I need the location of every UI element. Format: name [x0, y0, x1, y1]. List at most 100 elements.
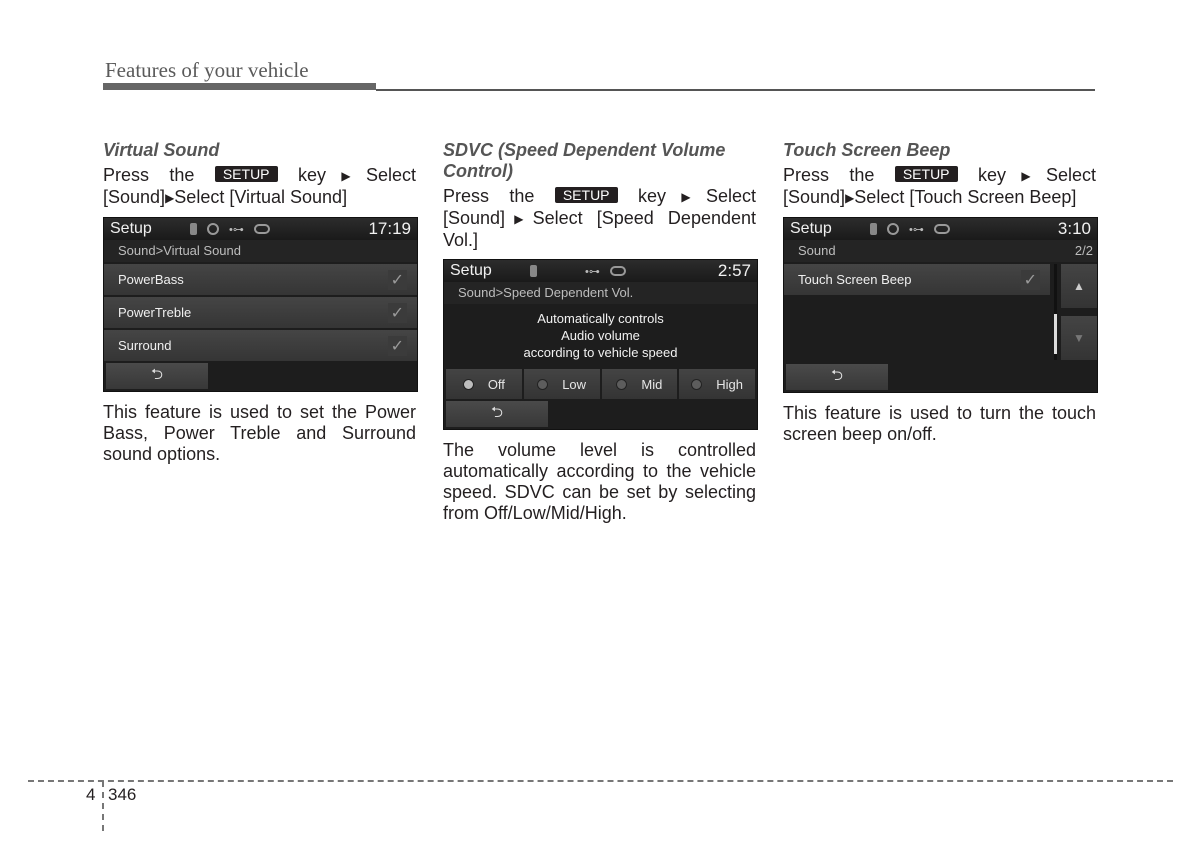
instruction-text: Press the SETUP key▶Select [Sound]▶Selec… — [443, 186, 756, 251]
clock: 17:19 — [368, 219, 411, 238]
status-bar: Setup •⊶ 3:10 — [784, 218, 1097, 240]
usb-icon: •⊶ — [585, 265, 600, 278]
breadcrumb-text: Sound — [798, 243, 836, 258]
scroll-up-button[interactable]: ▲ — [1061, 264, 1097, 308]
list-item-label: Surround — [118, 338, 172, 353]
message-line: Audio volume — [561, 328, 640, 343]
screen-message: Automatically controls Audio volume acco… — [444, 304, 757, 369]
screen-title: Setup — [790, 220, 832, 237]
usb-icon: •⊶ — [229, 223, 244, 236]
section-title: Touch Screen Beep — [783, 140, 951, 160]
option-low[interactable]: Low — [523, 369, 600, 399]
setup-key-badge: SETUP — [214, 166, 278, 182]
screen-title: Setup — [450, 262, 492, 279]
header-rule-thin — [376, 89, 1095, 91]
instruction-select-target: Select [Touch Screen Beep] — [854, 187, 1077, 207]
chapter-number: 4 — [86, 785, 96, 804]
option-label: Low — [562, 376, 587, 392]
status-bar: Setup •⊶ 2:57 — [444, 260, 757, 282]
section-title: SDVC (Speed Dependent Volume Control) — [443, 140, 726, 181]
setup-key-badge: SETUP — [554, 187, 618, 203]
checkmark-icon[interactable]: ✓ — [387, 335, 407, 356]
scroll-down-button[interactable]: ▼ — [1061, 316, 1097, 360]
list-item-label: PowerTreble — [118, 305, 192, 320]
breadcrumb: Sound 2/2 — [784, 240, 1097, 262]
option-mid[interactable]: Mid — [601, 369, 678, 399]
section-virtual-sound: Virtual Sound Press the SETUP key▶Select… — [103, 140, 418, 465]
option-off[interactable]: Off — [446, 369, 522, 399]
description-text: This feature is used to turn the touch s… — [783, 403, 1096, 444]
breadcrumb: Sound>Virtual Sound — [104, 240, 417, 262]
list-item-surround[interactable]: Surround ✓ — [104, 330, 417, 361]
bluetooth-icon — [190, 223, 197, 235]
screen-virtual-sound: Setup •⊶ 17:19 Sound>Virtual Sound Power… — [103, 217, 418, 392]
scrollbar[interactable] — [1054, 264, 1057, 360]
instruction-sound: [Sound] — [783, 187, 846, 207]
status-icons: •⊶ — [190, 223, 368, 236]
breadcrumb-text: Sound>Virtual Sound — [118, 243, 241, 258]
footer-divider — [28, 780, 1173, 782]
option-label: Mid — [641, 376, 663, 392]
message-line: according to vehicle speed — [523, 345, 678, 360]
instruction-select: Select — [705, 186, 756, 206]
instruction-key: key — [637, 186, 666, 206]
back-arrow-icon: ⮌ — [150, 365, 163, 383]
back-button[interactable]: ⮌ — [786, 364, 888, 390]
checkmark-icon[interactable]: ✓ — [387, 302, 407, 323]
arrow-right-icon: ▶ — [845, 191, 855, 205]
header-rule-thick — [103, 83, 376, 90]
instruction-select: Select — [365, 165, 416, 185]
arrow-right-icon: ▶ — [325, 169, 366, 183]
page-indicator: 2/2 — [1074, 243, 1093, 258]
page-header-title: Features of your vehicle — [105, 58, 309, 82]
radio-icon — [537, 378, 549, 390]
status-bar: Setup •⊶ 17:19 — [104, 218, 417, 240]
checkmark-icon[interactable]: ✓ — [1020, 269, 1040, 290]
screen-touch-screen-beep: Setup •⊶ 3:10 Sound 2/2 Touch Screen Bee… — [783, 217, 1098, 393]
clock: 3:10 — [1057, 219, 1091, 238]
list-item-label: Touch Screen Beep — [798, 272, 912, 287]
arrow-right-icon: ▶ — [1005, 169, 1046, 183]
back-button[interactable]: ⮌ — [106, 363, 208, 389]
footer-vertical-divider — [102, 781, 104, 831]
instruction-press: Press the — [783, 165, 875, 185]
radio-selected-icon — [462, 378, 474, 390]
instruction-press: Press the — [443, 186, 535, 206]
instruction-text: Press the SETUP key▶Select [Sound]▶Selec… — [783, 165, 1096, 209]
ipod-icon — [933, 224, 950, 234]
bluetooth-icon — [870, 223, 877, 235]
list-item-touch-screen-beep[interactable]: Touch Screen Beep ✓ — [784, 264, 1050, 295]
back-arrow-icon: ⮌ — [830, 366, 843, 384]
instruction-key: key — [297, 165, 326, 185]
checkmark-icon[interactable]: ✓ — [387, 269, 407, 290]
arrow-right-icon: ▶ — [505, 212, 533, 226]
ipod-icon — [609, 266, 626, 276]
back-arrow-icon: ⮌ — [490, 403, 503, 421]
list-item-powerbass[interactable]: PowerBass ✓ — [104, 264, 417, 295]
sdvc-options: Off Low Mid High — [444, 369, 757, 399]
disc-icon — [207, 223, 219, 235]
usb-icon: •⊶ — [909, 223, 924, 236]
ipod-icon — [253, 224, 270, 234]
page-number: 346 — [108, 785, 137, 804]
option-high[interactable]: High — [679, 369, 755, 399]
clock: 2:57 — [717, 261, 751, 280]
disc-icon — [887, 223, 899, 235]
instruction-press: Press the — [103, 165, 195, 185]
bluetooth-icon — [530, 265, 537, 277]
option-label: High — [716, 376, 743, 392]
scrollbar-thumb[interactable] — [1054, 314, 1057, 354]
list-area: Touch Screen Beep ✓ ▲ ▼ — [784, 262, 1097, 362]
status-icons: •⊶ — [870, 223, 1058, 236]
list-item-powertreble[interactable]: PowerTreble ✓ — [104, 297, 417, 328]
instruction-sound: [Sound] — [443, 208, 506, 228]
setup-key-badge: SETUP — [894, 166, 958, 182]
instruction-select-target: Select [Virtual Sound] — [174, 187, 348, 207]
instruction-sound: [Sound] — [103, 187, 166, 207]
breadcrumb-text: Sound>Speed Dependent Vol. — [458, 285, 634, 300]
arrow-down-icon: ▼ — [1073, 331, 1085, 345]
status-icons: •⊶ — [530, 265, 718, 278]
instruction-text: Press the SETUP key▶Select [Sound]▶Selec… — [103, 165, 416, 209]
instruction-select: Select — [1045, 165, 1096, 185]
back-button[interactable]: ⮌ — [446, 401, 548, 427]
